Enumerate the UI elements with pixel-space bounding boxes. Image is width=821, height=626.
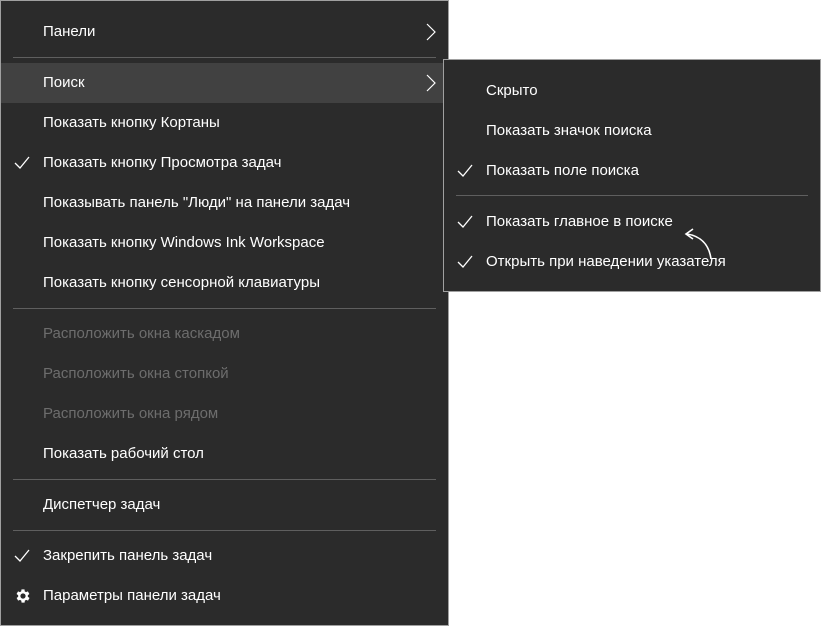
menu-item-label: Показать рабочий стол [43, 445, 204, 462]
menu-item-label: Расположить окна стопкой [43, 365, 229, 382]
menu-separator [13, 479, 436, 480]
annotation-arrow-icon [684, 228, 712, 260]
menu-item-label: Поиск [43, 74, 85, 91]
menu-item-search[interactable]: Поиск [1, 63, 448, 103]
menu-item-lock-taskbar[interactable]: Закрепить панель задач [1, 536, 448, 576]
menu-item-label: Скрыто [486, 82, 538, 99]
menu-item-show-ink-workspace-button[interactable]: Показать кнопку Windows Ink Workspace [1, 223, 448, 263]
menu-item-cascade-windows: Расположить окна каскадом [1, 314, 448, 354]
menu-item-show-desktop[interactable]: Показать рабочий стол [1, 434, 448, 474]
menu-item-show-cortana-button[interactable]: Показать кнопку Кортаны [1, 103, 448, 143]
checkmark-icon [457, 255, 473, 268]
menu-item-task-manager[interactable]: Диспетчер задач [1, 485, 448, 525]
taskbar-context-menu: Панели Поиск Показать кнопку Кортаны Пок… [0, 0, 449, 626]
menu-item-label: Показать кнопку Windows Ink Workspace [43, 234, 325, 251]
menu-item-label: Панели [43, 23, 96, 40]
submenu-item-show-search-highlights[interactable]: Показать главное в поиске [444, 202, 820, 242]
menu-item-panels[interactable]: Панели [1, 12, 448, 52]
menu-separator [13, 530, 436, 531]
menu-item-label: Закрепить панель задач [43, 547, 213, 564]
menu-item-label: Показать поле поиска [486, 162, 639, 179]
gear-icon [16, 589, 30, 603]
menu-item-show-touch-keyboard-button[interactable]: Показать кнопку сенсорной клавиатуры [1, 263, 448, 303]
menu-item-side-by-side-windows: Расположить окна рядом [1, 394, 448, 434]
checkmark-icon [457, 164, 473, 177]
submenu-item-show-search-icon[interactable]: Показать значок поиска [444, 111, 820, 151]
menu-item-label: Показать кнопку сенсорной клавиатуры [43, 274, 320, 291]
menu-separator [13, 308, 436, 309]
chevron-right-icon [426, 23, 436, 41]
menu-item-stack-windows: Расположить окна стопкой [1, 354, 448, 394]
menu-item-show-task-view-button[interactable]: Показать кнопку Просмотра задач [1, 143, 448, 183]
menu-item-label: Показать значок поиска [486, 122, 652, 139]
menu-item-label: Расположить окна каскадом [43, 325, 240, 342]
menu-item-label: Показать кнопку Просмотра задач [43, 154, 282, 171]
menu-item-label: Параметры панели задач [43, 587, 221, 604]
search-submenu: Скрыто Показать значок поиска Показать п… [443, 59, 821, 292]
checkmark-icon [14, 549, 30, 562]
menu-item-show-people-button[interactable]: Показывать панель "Люди" на панели задач [1, 183, 448, 223]
menu-item-taskbar-settings[interactable]: Параметры панели задач [1, 576, 448, 616]
checkmark-icon [14, 156, 30, 169]
menu-separator [13, 57, 436, 58]
chevron-right-icon [426, 74, 436, 92]
menu-item-label: Показать главное в поиске [486, 213, 673, 230]
checkmark-icon [457, 215, 473, 228]
menu-item-label: Показывать панель "Люди" на панели задач [43, 194, 351, 211]
submenu-item-show-search-box[interactable]: Показать поле поиска [444, 151, 820, 191]
submenu-item-hidden[interactable]: Скрыто [444, 71, 820, 111]
menu-item-label: Показать кнопку Кортаны [43, 114, 220, 131]
menu-item-label: Расположить окна рядом [43, 405, 219, 422]
menu-separator [456, 195, 808, 196]
menu-item-label: Диспетчер задач [43, 496, 161, 513]
submenu-item-open-on-hover[interactable]: Открыть при наведении указателя [444, 242, 820, 282]
